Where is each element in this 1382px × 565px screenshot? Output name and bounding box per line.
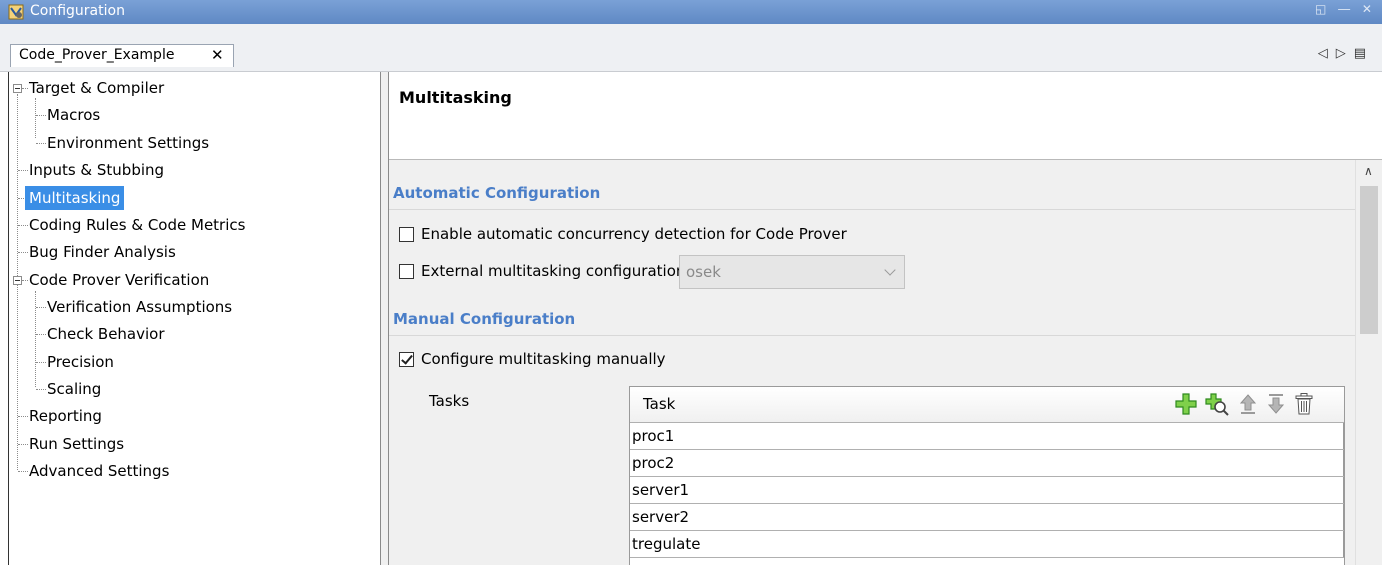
task-cell[interactable]: proc2 [630, 450, 1344, 476]
tab-bar: Code_Prover_Example ✕ ◁▷▤ [0, 24, 1382, 72]
automatic-configuration-heading: Automatic Configuration [393, 184, 601, 202]
task-cell[interactable]: tregulate [630, 531, 1344, 557]
configure-manually-label: Configure multitasking manually [421, 350, 666, 368]
tree-connector [18, 225, 28, 226]
select-value: osek [686, 263, 721, 281]
table-header: Task [630, 387, 1344, 423]
move-up-icon[interactable] [1236, 392, 1260, 416]
forward-icon[interactable]: ▷ [1336, 46, 1354, 61]
column-header-task: Task [643, 395, 676, 413]
configure-manually-checkbox[interactable] [399, 352, 414, 367]
vertical-scrollbar[interactable]: ∧ [1355, 160, 1382, 565]
tree-connector [36, 115, 46, 116]
tree-item-bug-finder-analysis[interactable]: Bug Finder Analysis [29, 240, 176, 264]
tree-connector [18, 252, 28, 253]
tab-label: Code_Prover_Example [19, 47, 175, 63]
menu-icon[interactable]: ▤ [1354, 46, 1374, 61]
divider [389, 335, 1355, 336]
collapse-icon[interactable] [13, 84, 22, 93]
scrollbar-thumb[interactable] [1360, 186, 1378, 334]
window-title: Configuration [30, 3, 125, 19]
trash-icon[interactable] [1292, 392, 1316, 416]
table-row[interactable]: server1 [630, 477, 1344, 504]
settings-panel: Automatic Configuration Enable automatic… [389, 160, 1355, 565]
tree-item-scaling[interactable]: Scaling [47, 377, 101, 401]
tree-connector [35, 291, 36, 387]
tree-item-target-compiler[interactable]: Target & Compiler [29, 76, 164, 100]
collapse-icon[interactable] [13, 276, 22, 285]
tree-item-check-behavior[interactable]: Check Behavior [47, 322, 165, 346]
tree-connector [35, 98, 36, 138]
add-icon[interactable] [1174, 392, 1198, 416]
configuration-app-icon [8, 4, 24, 20]
tasks-label: Tasks [429, 392, 470, 410]
tab-code-prover-example[interactable]: Code_Prover_Example ✕ [10, 44, 234, 67]
tree-item-advanced-settings[interactable]: Advanced Settings [29, 459, 169, 483]
external-multitasking-label: External multitasking configuration [421, 262, 686, 280]
tree-connector [18, 416, 28, 417]
auto-concurrency-label: Enable automatic concurrency detection f… [421, 225, 847, 243]
tree-item-precision[interactable]: Precision [47, 350, 114, 374]
tree-connector [18, 444, 28, 445]
table-row[interactable]: tregulate [630, 531, 1344, 558]
tree-item-reporting[interactable]: Reporting [29, 404, 102, 428]
external-config-select: osek [679, 255, 905, 289]
task-cell[interactable]: server2 [630, 504, 1344, 530]
table-row[interactable]: proc2 [630, 450, 1344, 477]
tasks-table: Task proc1 proc2 server1 server2 tregula… [629, 386, 1345, 565]
external-multitasking-checkbox[interactable] [399, 264, 414, 279]
tree-connector [36, 307, 46, 308]
table-row[interactable]: proc1 [630, 423, 1344, 450]
chevron-down-icon [884, 264, 896, 276]
manual-configuration-heading: Manual Configuration [393, 310, 576, 328]
window-controls[interactable]: ◱ ― ✕ [1315, 2, 1376, 16]
divider [389, 209, 1355, 210]
tree-item-environment-settings[interactable]: Environment Settings [47, 131, 209, 155]
table-row[interactable]: server2 [630, 504, 1344, 531]
splitter[interactable] [380, 72, 389, 565]
tab-navigation: ◁▷▤ [1318, 46, 1374, 61]
task-cell[interactable]: proc1 [630, 423, 1344, 449]
close-tab-icon[interactable]: ✕ [211, 46, 224, 64]
tree-item-multitasking[interactable]: Multitasking [25, 186, 125, 210]
tree-item-code-prover-verification[interactable]: Code Prover Verification [29, 268, 209, 292]
settings-tree: Target & Compiler Macros Environment Set… [8, 72, 380, 565]
tree-item-verification-assumptions[interactable]: Verification Assumptions [47, 295, 232, 319]
tree-item-run-settings[interactable]: Run Settings [29, 432, 124, 456]
back-icon[interactable]: ◁ [1318, 46, 1336, 61]
tree-connector [18, 170, 28, 171]
tree-item-inputs-stubbing[interactable]: Inputs & Stubbing [29, 158, 164, 182]
tree-connector [18, 471, 28, 472]
panel-header: Multitasking [389, 72, 1382, 160]
tree-connector [22, 88, 28, 89]
title-bar: Configuration ◱ ― ✕ [0, 0, 1382, 24]
tree-item-coding-rules[interactable]: Coding Rules & Code Metrics [29, 213, 245, 237]
page-title: Multitasking [399, 88, 512, 107]
tree-item-macros[interactable]: Macros [47, 103, 100, 127]
task-cell[interactable]: server1 [630, 477, 1344, 503]
tree-connector [36, 143, 46, 144]
add-search-icon[interactable] [1205, 392, 1229, 416]
tree-connector [22, 280, 28, 281]
tree-connector [36, 389, 46, 390]
tree-connector [36, 362, 46, 363]
auto-concurrency-checkbox[interactable] [399, 227, 414, 242]
tree-connector [36, 334, 46, 335]
scroll-up-icon[interactable]: ∧ [1364, 164, 1373, 178]
move-down-icon[interactable] [1264, 392, 1288, 416]
